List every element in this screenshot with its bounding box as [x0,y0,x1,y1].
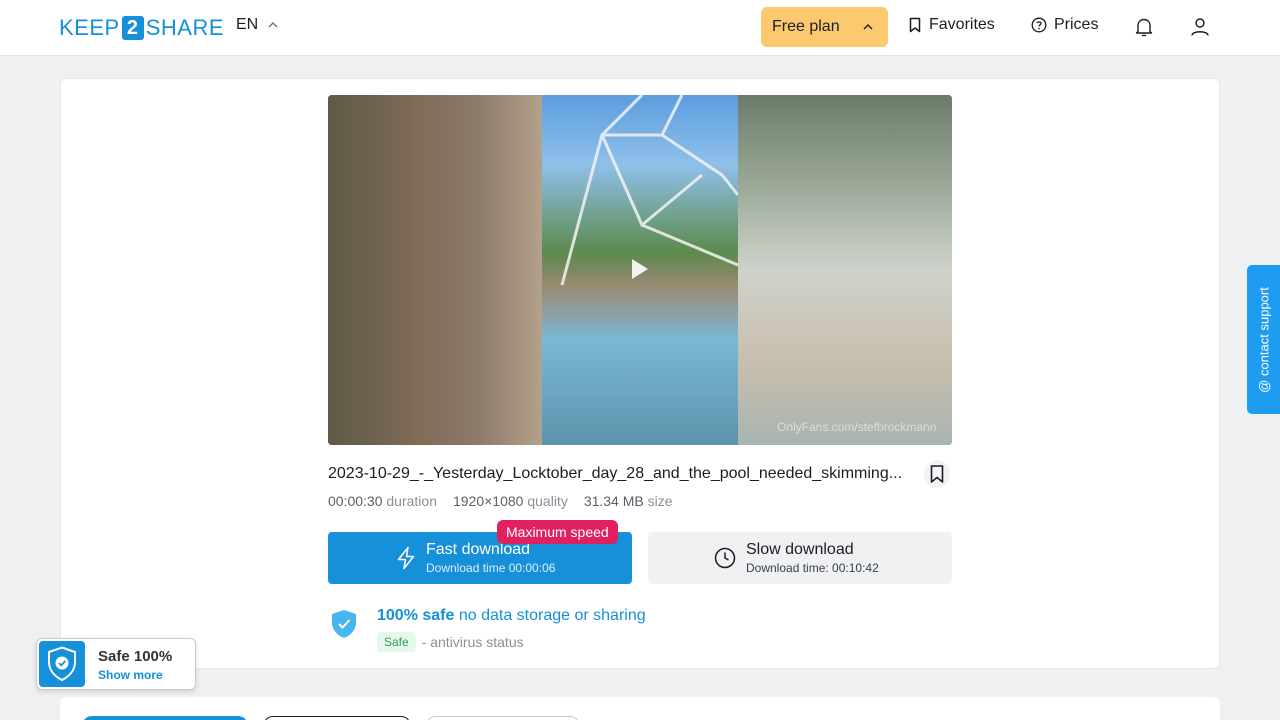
chevron-up-icon [268,22,278,28]
fast-download-time: Download time 00:00:06 [426,561,556,575]
top-header: KEEP 2 SHARE EN Free plan Favorites Prices [0,0,1280,56]
file-name: 2023-10-29_-_Yesterday_Locktober_day_28_… [328,465,903,482]
show-more-link[interactable]: Show more [98,668,163,682]
play-icon[interactable] [631,258,649,280]
slow-download-label: Slow download [746,541,854,558]
language-selector[interactable]: EN [236,16,278,34]
safe-100-widget[interactable]: Safe 100% Show more [36,638,196,690]
video-preview[interactable]: OnlyFans.com/stefbrockmann [328,95,952,445]
file-meta: 00:00:30 duration 1920×1080 quality 31.3… [328,493,673,509]
video-blur-left [328,95,542,445]
quality-label: quality [527,493,568,509]
bookmark-icon[interactable] [924,460,950,488]
chevron-up-icon [863,24,873,30]
contact-support-label: @ contact support [1256,286,1271,393]
prices-link[interactable]: Prices [1031,16,1098,34]
antivirus-status: Safe - antivirus status [377,632,524,652]
slow-download-time: Download time: 00:10:42 [746,561,879,575]
safe-widget-title: Safe 100% [98,648,173,665]
free-plan-label: Free plan [772,18,840,35]
logo-text-share: SHARE [145,15,224,40]
bell-icon[interactable] [1132,15,1156,39]
logo-text-keep: KEEP [59,15,120,40]
user-icon[interactable] [1188,15,1212,39]
safe-widget-icon-box [39,641,85,687]
safety-headline-rest: no data storage or sharing [458,607,646,624]
free-plan-button[interactable]: Free plan [761,7,888,47]
bookmark-icon [909,17,921,33]
keep2share-logo[interactable]: KEEP 2 SHARE [59,15,224,41]
lightning-icon [397,546,415,570]
logo-text-2: 2 [121,16,144,40]
video-blur-right [738,95,952,445]
shield-check-icon [48,646,76,682]
file-size: 31.34 MB size [584,493,673,509]
favorites-link[interactable]: Favorites [908,16,995,34]
safe-status-badge: Safe [377,632,416,652]
tab-third[interactable] [426,716,580,720]
antivirus-status-text: - antivirus status [421,634,524,650]
help-circle-icon [1031,17,1047,33]
language-label: EN [236,16,259,33]
size-label: size [647,493,673,509]
file-duration: 00:00:30 duration [328,493,437,509]
prices-label: Prices [1054,16,1099,33]
duration-value: 00:00:30 [328,493,383,509]
clock-icon [714,547,736,569]
slow-download-button[interactable]: Slow download Download time: 00:10:42 [648,532,952,584]
file-quality: 1920×1080 quality [453,493,568,509]
favorites-label: Favorites [929,16,995,33]
duration-label: duration [386,493,437,509]
video-watermark: OnlyFans.com/stefbrockmann [777,420,937,434]
pool-enclosure-graphic [560,95,738,285]
tab-second[interactable] [263,716,411,720]
safety-headline-strong: 100% safe [377,607,455,624]
safety-headline: 100% safe no data storage or sharing [377,607,646,625]
size-value: 31.34 MB [583,493,644,509]
contact-support-tab[interactable]: @ contact support [1247,265,1280,414]
quality-value: 1920×1080 [452,493,524,509]
shield-check-icon [332,610,356,638]
maximum-speed-badge: Maximum speed [497,520,618,544]
tab-first[interactable] [82,716,248,720]
